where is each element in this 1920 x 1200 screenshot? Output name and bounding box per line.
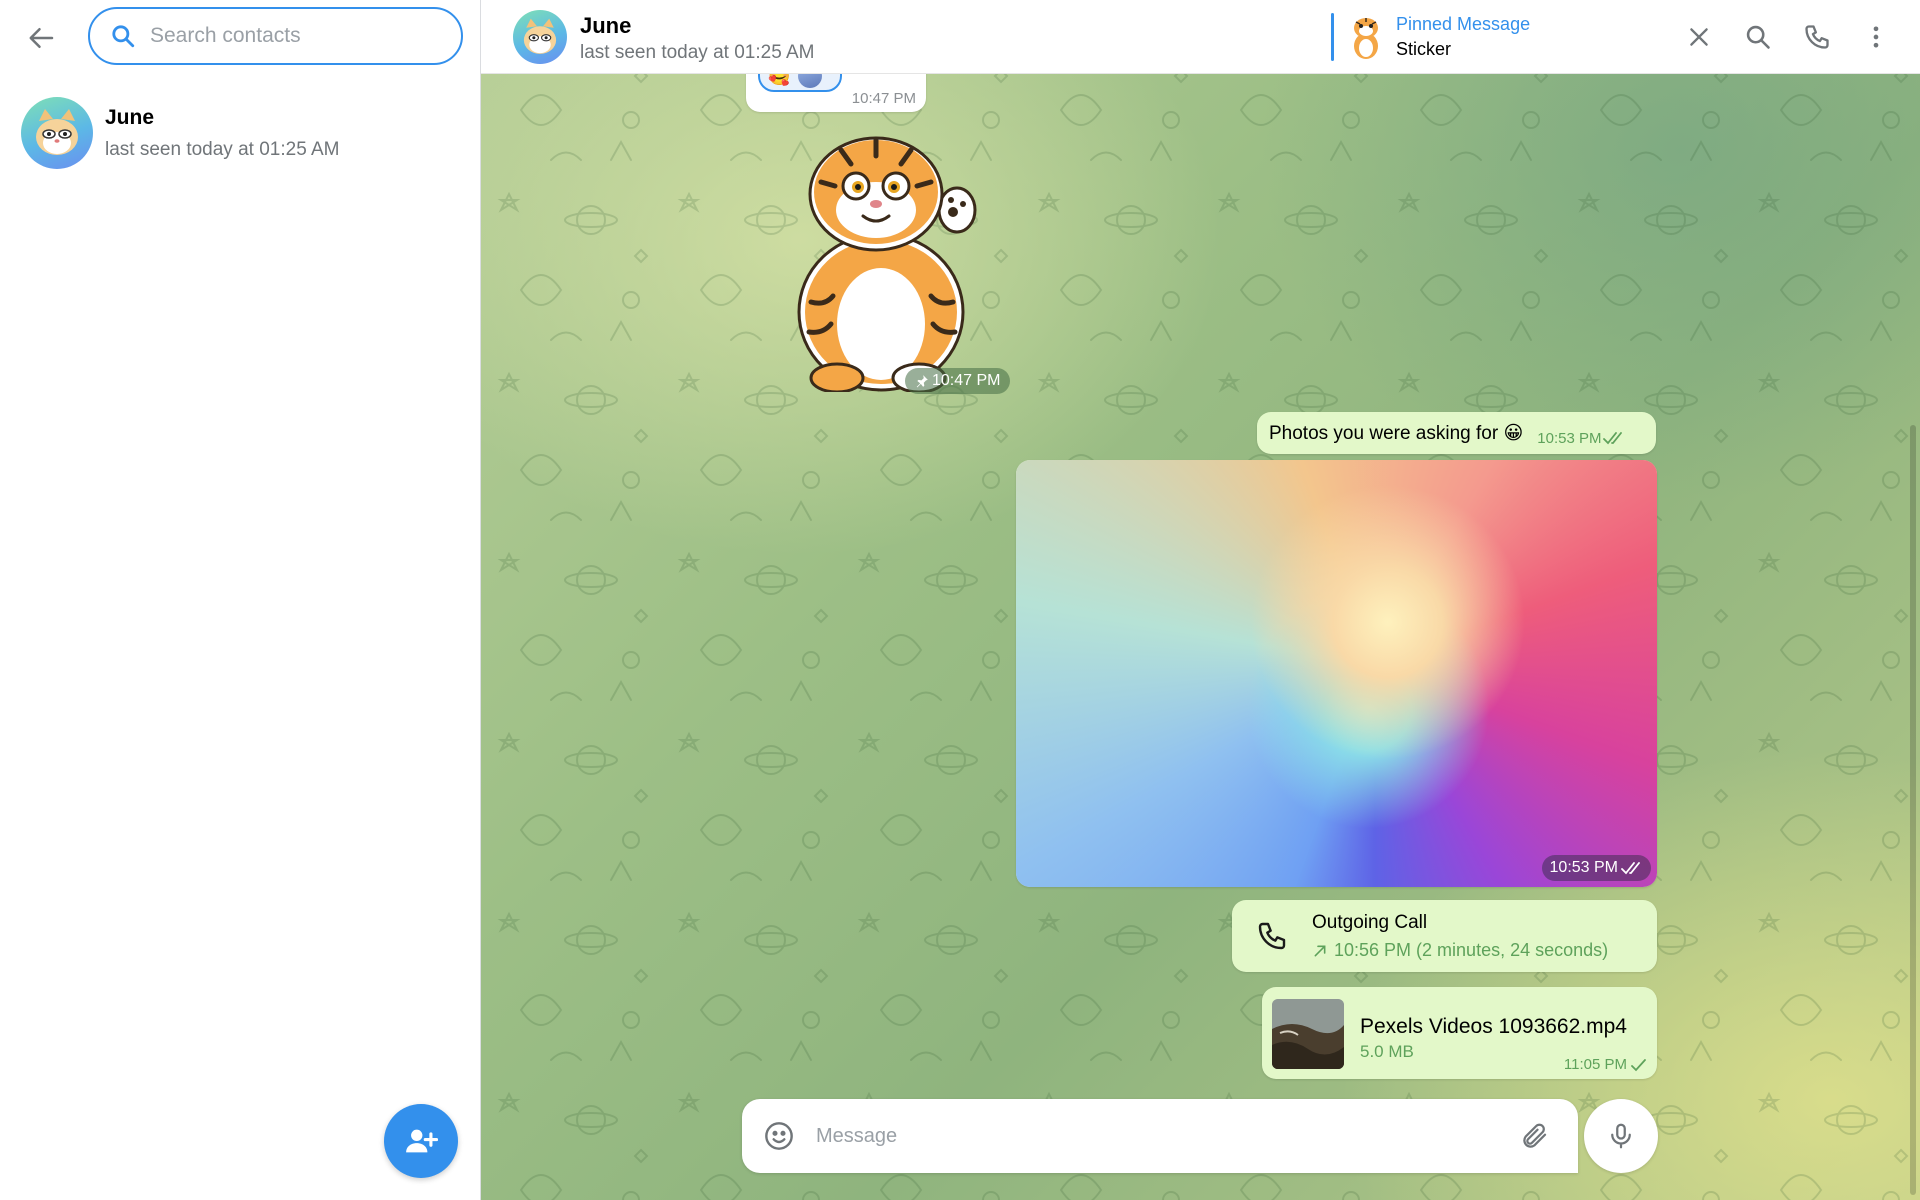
pinned-subtitle: Sticker [1396, 39, 1452, 59]
call-title: Outgoing Call [1312, 912, 1428, 933]
file-size: 5.0 MB [1360, 1042, 1414, 1061]
check-icon [1631, 1058, 1646, 1071]
close-icon [1690, 28, 1708, 46]
photo-image[interactable] [1016, 460, 1657, 887]
search-icon [1746, 25, 1770, 49]
attach-button[interactable] [1516, 1117, 1554, 1155]
sticker-time: 10:47 PM [932, 372, 1001, 389]
tiger-sticker[interactable] [781, 132, 981, 394]
message-time: 10:53 PM [1537, 429, 1602, 447]
search-box[interactable] [88, 7, 463, 65]
more-vertical-icon [1873, 26, 1879, 48]
chat-header: June last seen today at 01:25 AM Pinned … [481, 0, 1920, 74]
outgoing-arrow-icon [1314, 945, 1326, 956]
chat-title[interactable]: June [580, 13, 631, 39]
contact-row-june[interactable]: June last seen today at 01:25 AM [0, 90, 480, 176]
outgoing-photo-message[interactable]: 10:53 PM [1016, 460, 1657, 887]
phone-icon [1258, 922, 1286, 950]
voice-message-button[interactable] [1584, 1099, 1658, 1173]
cat-avatar-icon [523, 18, 557, 54]
photo-meta: 10:53 PM [1541, 855, 1651, 881]
chat-scrollbar[interactable] [1910, 425, 1916, 1195]
tiger-icon [1354, 18, 1378, 59]
add-user-icon [406, 1129, 438, 1153]
emoji-button[interactable] [760, 1117, 798, 1155]
cat-avatar-icon [36, 109, 78, 155]
message-input[interactable] [816, 1119, 1476, 1153]
search-contacts-input[interactable] [150, 24, 430, 48]
back-button[interactable] [22, 18, 62, 58]
sticker-meta: 10:47 PM [905, 368, 1011, 394]
unpin-button[interactable] [1679, 17, 1719, 57]
microphone-icon [1611, 1123, 1631, 1149]
photo-time: 10:53 PM [1549, 859, 1618, 876]
avatar [21, 97, 93, 169]
outgoing-file-message[interactable]: Pexels Videos 1093662.mp4 5.0 MB 11:05 P… [1262, 987, 1657, 1079]
smile-icon [765, 1122, 793, 1150]
message-time: 11:05 PM [1563, 1056, 1627, 1073]
chat-search-button[interactable] [1738, 17, 1778, 57]
phone-icon [1805, 25, 1829, 49]
tiger-sticker-thumbnail [1346, 14, 1386, 60]
pinned-title: Pinned Message [1396, 14, 1531, 34]
paperclip-icon [1523, 1123, 1547, 1148]
contact-name: June [105, 105, 155, 129]
chat-panel: June last seen today at 01:25 AM Pinned … [481, 0, 1920, 1200]
header-avatar[interactable] [513, 10, 567, 64]
chat-last-seen: last seen today at 01:25 AM [580, 42, 815, 63]
tiger-sticker-icon [797, 136, 977, 394]
call-again-button[interactable] [1254, 918, 1290, 954]
outgoing-call-message[interactable]: Outgoing Call 10:56 PM (2 minutes, 24 se… [1232, 900, 1657, 972]
pin-icon [916, 375, 928, 388]
video-preview-image [1272, 999, 1344, 1069]
contact-last-seen: last seen today at 01:25 AM [105, 138, 340, 160]
double-check-icon [1603, 432, 1623, 445]
pinned-indicator [1331, 13, 1334, 61]
call-button[interactable] [1797, 17, 1837, 57]
video-thumbnail[interactable] [1272, 999, 1344, 1069]
more-options-button[interactable] [1856, 17, 1896, 57]
pinned-message[interactable]: Pinned Message Sticker [1331, 12, 1530, 62]
message-text: Photos you were asking for 😀 [1269, 422, 1524, 444]
call-details: 10:56 PM (2 minutes, 24 seconds) [1334, 940, 1609, 960]
double-check-icon [1621, 862, 1640, 875]
outgoing-text-message[interactable]: Photos you were asking for 😀 10:53 PM [1257, 412, 1656, 454]
add-contact-button[interactable] [384, 1104, 458, 1178]
file-name: Pexels Videos 1093662.mp4 [1360, 1015, 1627, 1038]
search-icon [112, 25, 135, 48]
message-composer [742, 1099, 1578, 1173]
contacts-sidebar: June last seen today at 01:25 AM [0, 0, 481, 1200]
arrow-left-icon [29, 28, 54, 48]
message-time: 10:47 PM [851, 90, 916, 107]
